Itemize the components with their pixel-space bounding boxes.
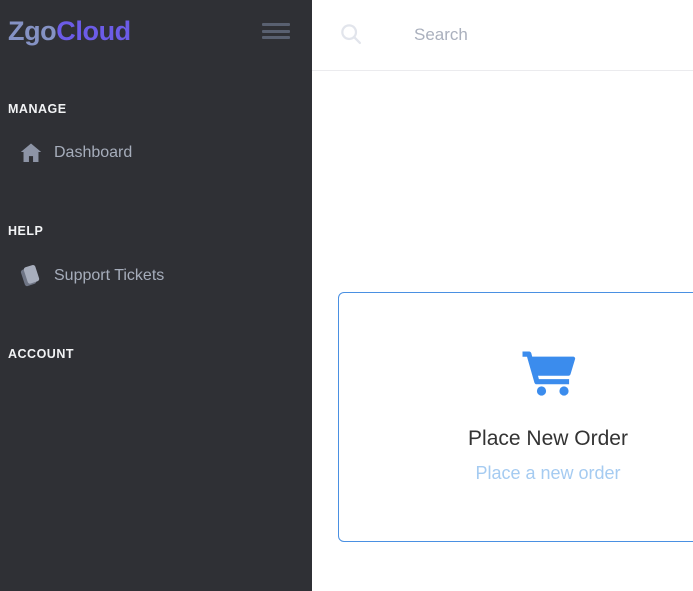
topbar [312, 0, 693, 71]
app-root: ZgoCloud MANAGE Dashboard HELP [0, 0, 693, 591]
sidebar-item-dashboard[interactable]: Dashboard [0, 133, 132, 173]
hamburger-bar-1 [262, 23, 290, 26]
main-content: Place New Order Place a new order [312, 0, 693, 591]
brand-logo-part-one: Zgo [8, 16, 56, 46]
sidebar-item-support-tickets[interactable]: Support Tickets [0, 256, 164, 296]
sidebar-item-label-dashboard: Dashboard [54, 144, 132, 162]
home-icon [8, 140, 54, 166]
shopping-cart-icon [520, 349, 576, 402]
sidebar-section-label-help: HELP [0, 224, 43, 238]
tickets-icon [8, 262, 54, 290]
brand-logo[interactable]: ZgoCloud [8, 18, 131, 45]
hamburger-menu-icon[interactable] [262, 21, 290, 41]
sidebar-section-label-account: ACCOUNT [0, 347, 74, 361]
hamburger-bar-2 [262, 30, 290, 33]
sidebar-item-label-support-tickets: Support Tickets [54, 267, 164, 285]
place-new-order-card[interactable]: Place New Order Place a new order [338, 292, 693, 542]
card-title: Place New Order [468, 426, 628, 451]
search-icon[interactable] [338, 21, 368, 47]
card-subtitle: Place a new order [475, 463, 620, 485]
search-input[interactable] [414, 25, 674, 45]
sidebar-header: ZgoCloud [0, 0, 312, 62]
brand-logo-part-two: Cloud [56, 16, 130, 46]
hamburger-bar-3 [262, 36, 290, 39]
dashboard-content: Place New Order Place a new order [312, 71, 693, 591]
sidebar: ZgoCloud MANAGE Dashboard HELP [0, 0, 312, 591]
sidebar-section-label-manage: MANAGE [0, 102, 67, 116]
